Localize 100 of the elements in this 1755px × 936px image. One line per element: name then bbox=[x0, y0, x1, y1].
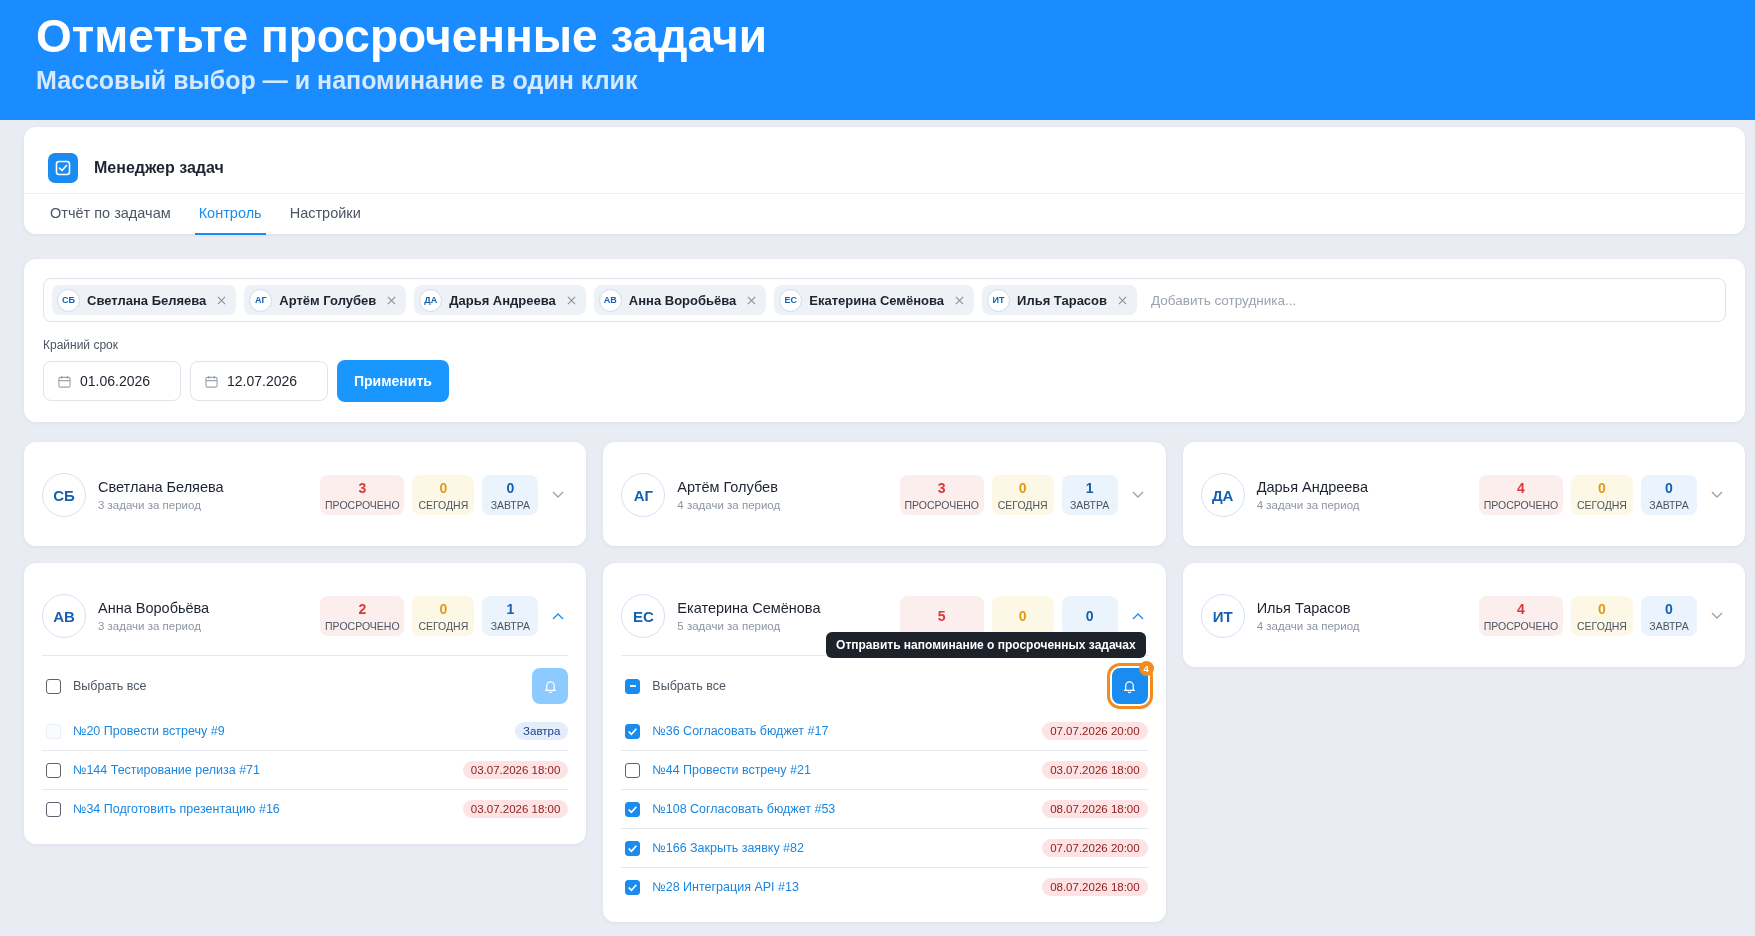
avatar: ИТ bbox=[987, 288, 1011, 312]
stat-value: 5 bbox=[937, 608, 946, 624]
calendar-icon bbox=[58, 374, 71, 388]
stat-value: 0 bbox=[506, 479, 515, 496]
check-icon bbox=[627, 842, 639, 854]
due-tag: 08.07.2026 18:00 bbox=[1042, 800, 1148, 818]
select-all-label: Выбрать все bbox=[73, 679, 147, 693]
check-icon bbox=[627, 881, 639, 893]
stat-value: 4 bbox=[1517, 600, 1525, 617]
checkbox[interactable] bbox=[625, 762, 641, 778]
stat-label: СЕГОДНЯ bbox=[1577, 619, 1627, 632]
tab[interactable]: Отчёт по задачам bbox=[50, 194, 171, 235]
due-tag: 03.07.2026 18:00 bbox=[1042, 761, 1148, 779]
close-icon[interactable] bbox=[955, 295, 965, 305]
checkbox[interactable] bbox=[625, 801, 641, 817]
stat-value: 3 bbox=[937, 479, 946, 496]
employee-name: Екатерина Семёнова bbox=[677, 600, 822, 616]
stat-value: 3 bbox=[358, 479, 367, 496]
close-icon[interactable] bbox=[217, 295, 227, 305]
stat-value: 0 bbox=[1085, 608, 1094, 624]
avatar: ДА bbox=[419, 288, 443, 312]
stat-label: ЗАВТРА bbox=[1649, 498, 1689, 511]
due-tag: 08.07.2026 18:00 bbox=[1042, 878, 1148, 896]
task-link[interactable]: №108 Согласовать бюджет #53 bbox=[652, 802, 1031, 816]
stat-label: СЕГОДНЯ bbox=[997, 498, 1048, 511]
close-icon[interactable] bbox=[387, 295, 397, 305]
stat-label: ПРОСРОЧЕНО bbox=[1483, 619, 1559, 632]
close-icon[interactable] bbox=[747, 295, 757, 305]
task-link[interactable]: №166 Закрыть заявку #82 bbox=[652, 841, 1031, 855]
chevron-down-icon[interactable] bbox=[1711, 491, 1723, 499]
chevron-up-icon[interactable] bbox=[552, 612, 565, 620]
avatar: СБ bbox=[57, 288, 80, 312]
due-tag: 03.07.2026 18:00 bbox=[462, 761, 569, 779]
employee-name: Светлана Беляева bbox=[98, 479, 225, 495]
stat-label: ЗАВТРА bbox=[490, 619, 530, 632]
stat-value: 0 bbox=[1598, 479, 1606, 496]
stat-value: 2 bbox=[358, 600, 367, 617]
stat-label: ЗАВТРА bbox=[1649, 619, 1689, 632]
banner-subtitle: Массовый выбор — и напоминание в один клик bbox=[36, 66, 639, 95]
checkbox[interactable] bbox=[46, 678, 61, 694]
banner-title: Отметьте просроченные задачи bbox=[36, 9, 768, 64]
task-link[interactable]: №34 Подготовить презентацию #16 bbox=[73, 802, 451, 816]
due-tag: 07.07.2026 20:00 bbox=[1042, 839, 1148, 857]
chevron-down-icon[interactable] bbox=[552, 491, 565, 499]
task-link[interactable]: №28 Интеграция API #13 bbox=[652, 880, 1031, 894]
calendar-icon bbox=[205, 374, 218, 388]
apply-button[interactable]: Применить bbox=[337, 360, 449, 402]
task-count: 4 задачи за период bbox=[1256, 499, 1361, 511]
app-title: Менеджер задач bbox=[94, 159, 224, 177]
employee-picker[interactable]: СБ Светлана Беляева АГ Артём Голубев ДА Дарья Андреева АВ Анна Воробьёва ЕС Екатерина Семёнова ИТ Илья Тарасов Добавить сотрудника... bbox=[43, 278, 1726, 322]
chevron-up-icon[interactable] bbox=[1131, 612, 1144, 620]
tab[interactable]: Контроль bbox=[194, 194, 266, 235]
task-link[interactable]: №36 Согласовать бюджет #17 bbox=[652, 724, 1031, 738]
checkbox[interactable] bbox=[625, 879, 641, 895]
bell-icon bbox=[1122, 678, 1138, 694]
stat-label: ПРОСРОЧЕНО bbox=[904, 498, 979, 511]
checkbox[interactable] bbox=[46, 801, 61, 817]
task-link[interactable]: №144 Тестирование релиза #71 bbox=[73, 763, 451, 777]
tab[interactable]: Настройки bbox=[289, 194, 361, 235]
stat-value: 0 bbox=[1665, 600, 1673, 617]
due-tag: 03.07.2026 18:00 bbox=[462, 800, 569, 818]
chevron-down-icon[interactable] bbox=[1711, 612, 1723, 620]
task-link[interactable]: №44 Провести встречу #21 bbox=[652, 763, 1031, 777]
stat-value: 0 bbox=[1018, 608, 1027, 624]
due-tag: 07.07.2026 20:00 bbox=[1042, 722, 1148, 740]
checkbox[interactable] bbox=[625, 723, 641, 739]
stat-value: 0 bbox=[439, 479, 448, 496]
tooltip: Отправить напоминание о просроченных задачах bbox=[826, 632, 1146, 658]
checkbox[interactable] bbox=[625, 678, 641, 694]
task-count: 4 задачи за период bbox=[1256, 620, 1361, 632]
checkbox[interactable] bbox=[625, 840, 641, 856]
stat-label: ПРОСРОЧЕНО bbox=[325, 619, 400, 632]
stat-label: ПРОСРОЧЕНО bbox=[1483, 498, 1559, 511]
avatar: АВ bbox=[598, 288, 622, 312]
date-field[interactable]: 12.07.2026 bbox=[190, 361, 328, 401]
close-icon[interactable] bbox=[1118, 295, 1128, 305]
select-all-label: Выбрать все bbox=[652, 679, 726, 693]
stat-label: СЕГОДНЯ bbox=[1577, 498, 1627, 511]
check-icon bbox=[627, 725, 639, 737]
stat-value: 0 bbox=[1598, 600, 1606, 617]
stat-value: 1 bbox=[506, 600, 515, 617]
chip-label: Анна Воробьёва bbox=[628, 292, 737, 308]
date-field[interactable]: 01.06.2026 bbox=[43, 361, 181, 401]
stat-label: ЗАВТРА bbox=[1069, 498, 1110, 511]
checkbox[interactable] bbox=[46, 762, 61, 778]
chevron-down-icon[interactable] bbox=[1131, 491, 1144, 499]
avatar: АГ bbox=[249, 288, 273, 312]
field-label: Крайний срок bbox=[43, 338, 119, 352]
stat-label: СЕГОДНЯ bbox=[418, 498, 469, 511]
stat-label: ЗАВТРА bbox=[490, 498, 530, 511]
employee-name: Артём Голубев bbox=[677, 479, 779, 495]
chip-label: Илья Тарасов bbox=[1017, 292, 1108, 308]
due-tag: Завтра bbox=[515, 722, 569, 740]
stat-value: 0 bbox=[1018, 479, 1027, 496]
chip-label: Екатерина Семёнова bbox=[809, 292, 945, 308]
task-count: 3 задачи за период bbox=[98, 620, 202, 632]
check-icon bbox=[627, 803, 639, 815]
checkbox-logo-icon bbox=[48, 153, 78, 183]
close-icon[interactable] bbox=[566, 295, 576, 305]
bell-icon bbox=[542, 678, 558, 694]
